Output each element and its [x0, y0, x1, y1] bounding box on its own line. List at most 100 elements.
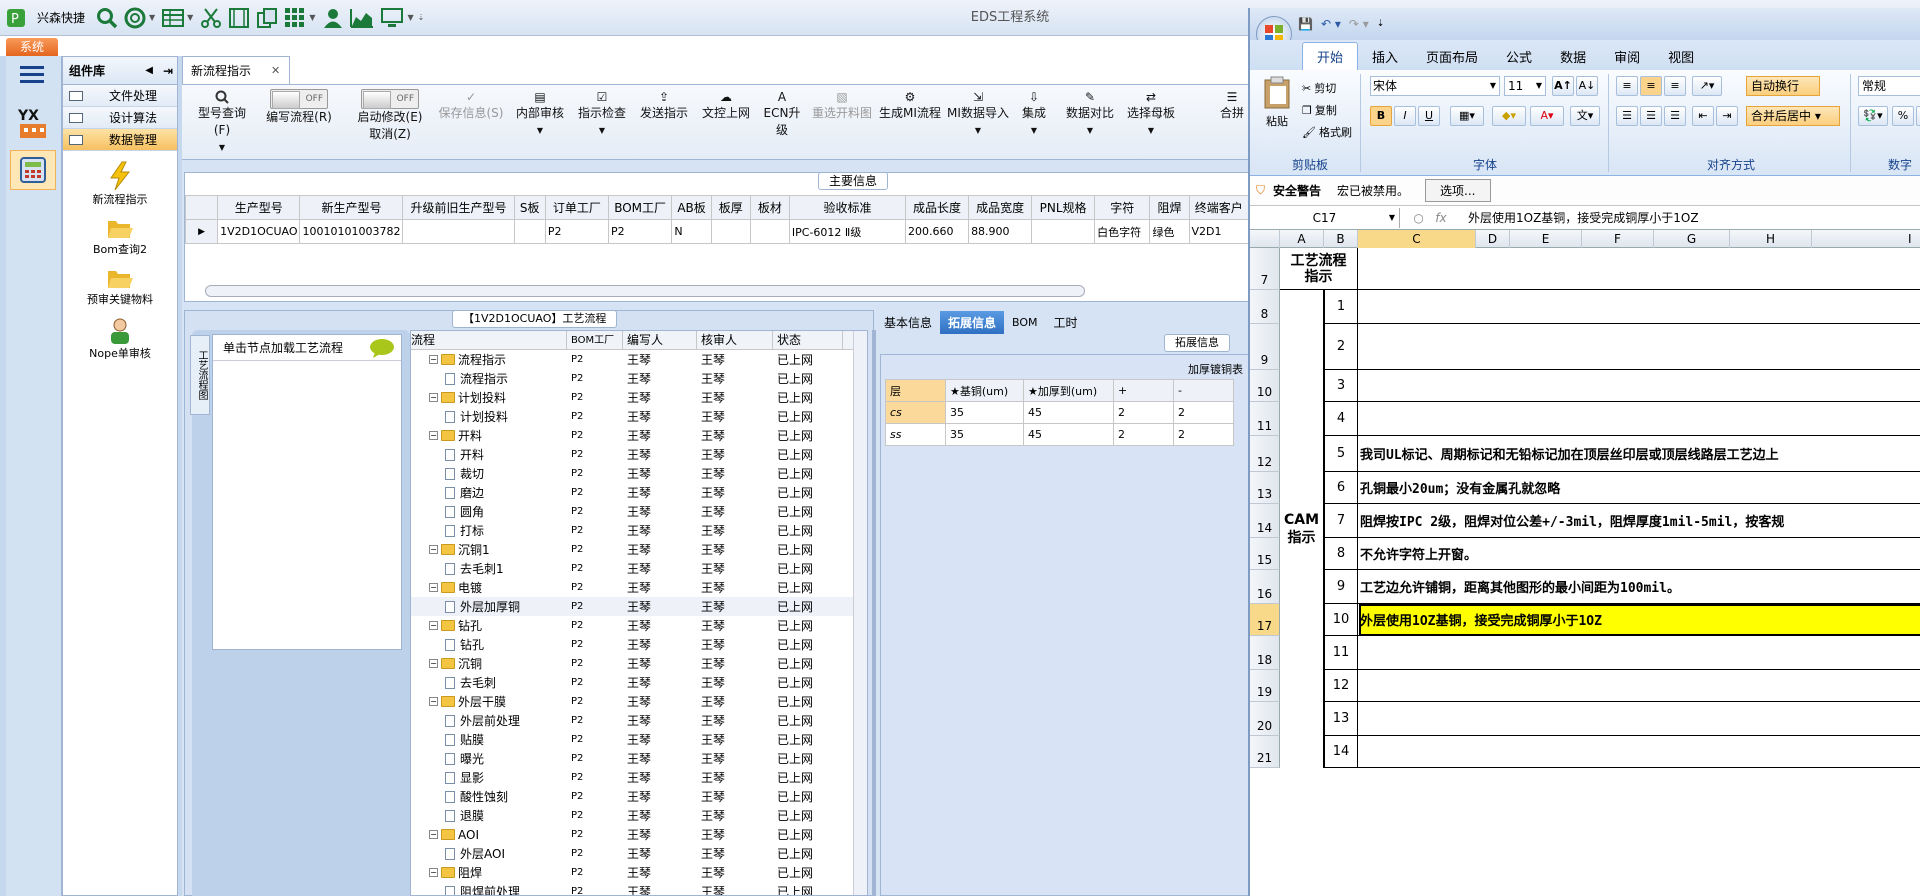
- tree-row[interactable]: − 钻孔 P2 王琴 王琴 已上网: [411, 616, 867, 635]
- collapse-node-icon[interactable]: −: [429, 545, 438, 554]
- tree-row[interactable]: 显影 P2 王琴 王琴 已上网: [411, 768, 867, 787]
- column-header[interactable]: 验收标准: [788, 195, 907, 220]
- cell-b[interactable]: 3: [1324, 370, 1358, 401]
- collapse-node-icon[interactable]: −: [429, 621, 438, 630]
- tree-node-label[interactable]: 外层干膜: [458, 693, 506, 710]
- checker-cell[interactable]: 王琴: [697, 788, 773, 805]
- tree-node-label[interactable]: 磨边: [460, 484, 484, 501]
- tab-formulas[interactable]: 公式: [1492, 43, 1546, 70]
- cell-b[interactable]: 7: [1324, 504, 1358, 537]
- writer-cell[interactable]: 王琴: [623, 522, 697, 539]
- tree-row[interactable]: 裁切 P2 王琴 王琴 已上网: [411, 464, 867, 483]
- tab-view[interactable]: 视图: [1654, 43, 1708, 70]
- bom-factory-cell[interactable]: P2: [567, 582, 623, 593]
- bom-factory-cell[interactable]: P2: [567, 753, 623, 764]
- ecn-upgrade-button[interactable]: A ECN升级: [758, 89, 806, 139]
- row-header[interactable]: 8: [1250, 290, 1280, 324]
- undo-icon[interactable]: ↶ ▾: [1321, 17, 1341, 31]
- bom-factory-cell[interactable]: P2: [567, 791, 623, 802]
- cell[interactable]: 2: [1173, 423, 1234, 446]
- writer-cell[interactable]: 王琴: [623, 655, 697, 672]
- tree-node-label[interactable]: 打标: [460, 522, 484, 539]
- fill-color-button[interactable]: ◆▾: [1492, 106, 1526, 126]
- column-header[interactable]: 板厚: [710, 195, 751, 220]
- splitter-handle[interactable]: [872, 330, 876, 896]
- column-header-g[interactable]: G: [1654, 230, 1730, 248]
- tree-row[interactable]: 去毛刺 P2 王琴 王琴 已上网: [411, 673, 867, 692]
- mi-data-import-button[interactable]: ⇲ MI数据导入 ▼: [946, 89, 1010, 139]
- tree-row[interactable]: 阻焊前处理 P2 王琴 王琴 已上网: [411, 882, 867, 895]
- tab-data[interactable]: 数据: [1546, 43, 1600, 70]
- row-header[interactable]: 15: [1250, 538, 1280, 570]
- cell-character[interactable]: 白色字符: [1094, 219, 1151, 244]
- tree-node-label[interactable]: 退膜: [460, 807, 484, 824]
- checker-cell[interactable]: 王琴: [697, 598, 773, 615]
- status-cell[interactable]: 已上网: [773, 826, 843, 843]
- tab-home[interactable]: 开始: [1302, 42, 1359, 70]
- nav-item-file-processing[interactable]: 文件处理: [63, 85, 177, 107]
- checker-cell[interactable]: 王琴: [697, 579, 773, 596]
- tree-node-label[interactable]: 电镀: [458, 579, 482, 596]
- row-header[interactable]: 17: [1250, 604, 1280, 636]
- column-header[interactable]: 成品长度: [904, 195, 970, 220]
- font-color-button[interactable]: A▾: [1530, 106, 1564, 126]
- checker-cell[interactable]: 王琴: [697, 769, 773, 786]
- save-icon[interactable]: 💾: [1298, 17, 1313, 31]
- column-header[interactable]: +: [1113, 379, 1174, 402]
- writer-cell[interactable]: 王琴: [623, 408, 697, 425]
- italic-button[interactable]: I: [1394, 106, 1416, 126]
- tree-row[interactable]: 外层前处理 P2 王琴 王琴 已上网: [411, 711, 867, 730]
- grow-font-button[interactable]: A↑: [1552, 76, 1574, 96]
- formula-input[interactable]: 外层使用1OZ基铜，接受完成铜厚小于1OZ: [1460, 209, 1699, 226]
- quick-access-dropdown-icon[interactable]: ⇣: [1377, 19, 1385, 29]
- tree-node-label[interactable]: 裁切: [460, 465, 484, 482]
- checker-cell[interactable]: 王琴: [697, 864, 773, 881]
- merge-center-button[interactable]: 合并后居中 ▾: [1746, 106, 1840, 126]
- tree-node-label[interactable]: 阻焊前处理: [460, 883, 520, 895]
- tree-node-label[interactable]: 沉铜: [458, 655, 482, 672]
- bom-factory-cell[interactable]: P2: [567, 544, 623, 555]
- status-cell[interactable]: 已上网: [773, 674, 843, 691]
- status-cell[interactable]: 已上网: [773, 560, 843, 577]
- tree-row[interactable]: − 沉铜 P2 王琴 王琴 已上网: [411, 654, 867, 673]
- bom-factory-cell[interactable]: P2: [567, 430, 623, 441]
- column-header-b[interactable]: B: [1324, 230, 1358, 248]
- cell-order-factory[interactable]: P2: [544, 219, 609, 244]
- bom-factory-cell[interactable]: P2: [567, 601, 623, 612]
- lifebuoy-icon[interactable]: [124, 3, 146, 33]
- tool-bom-query[interactable]: Bom查询2: [63, 217, 177, 257]
- status-cell[interactable]: 已上网: [773, 712, 843, 729]
- bom-factory-cell[interactable]: P2: [567, 392, 623, 403]
- checker-cell[interactable]: 王琴: [697, 560, 773, 577]
- checker-cell[interactable]: 王琴: [697, 826, 773, 843]
- status-cell[interactable]: 已上网: [773, 446, 843, 463]
- bom-factory-cell[interactable]: P2: [567, 886, 623, 895]
- writer-cell[interactable]: 王琴: [623, 769, 697, 786]
- nav-item-data-management[interactable]: 数据管理: [63, 129, 177, 151]
- tree-row[interactable]: 圆角 P2 王琴 王琴 已上网: [411, 502, 867, 521]
- column-header[interactable]: ★加厚到(um): [1023, 379, 1114, 402]
- tree-row[interactable]: 退膜 P2 王琴 王琴 已上网: [411, 806, 867, 825]
- checker-cell[interactable]: 王琴: [697, 522, 773, 539]
- checker-cell[interactable]: 王琴: [697, 655, 773, 672]
- cell-length[interactable]: 200.660: [904, 219, 970, 244]
- writer-cell[interactable]: 王琴: [623, 883, 697, 895]
- status-cell[interactable]: 已上网: [773, 636, 843, 653]
- write-flow-toggle[interactable]: OFF 编写流程(R): [264, 89, 334, 126]
- row-header[interactable]: 12: [1250, 436, 1280, 472]
- column-header[interactable]: 板材: [749, 195, 790, 220]
- column-header-f[interactable]: F: [1582, 230, 1654, 248]
- writer-cell[interactable]: 王琴: [623, 503, 697, 520]
- tree-node-label[interactable]: 沉铜1: [458, 541, 490, 558]
- nav-item-design-algorithm[interactable]: 设计算法: [63, 107, 177, 129]
- orientation-button[interactable]: ↗▾: [1692, 76, 1722, 96]
- checker-cell[interactable]: 王琴: [697, 750, 773, 767]
- status-cell[interactable]: 已上网: [773, 522, 843, 539]
- writer-cell[interactable]: 王琴: [623, 598, 697, 615]
- bom-factory-cell[interactable]: P2: [567, 658, 623, 669]
- column-header[interactable]: PNL规格: [1031, 195, 1096, 220]
- shrink-font-button[interactable]: A↓: [1576, 76, 1598, 96]
- percent-button[interactable]: %: [1892, 106, 1914, 126]
- tree-row[interactable]: 曝光 P2 王琴 王琴 已上网: [411, 749, 867, 768]
- writer-cell[interactable]: 王琴: [623, 693, 697, 710]
